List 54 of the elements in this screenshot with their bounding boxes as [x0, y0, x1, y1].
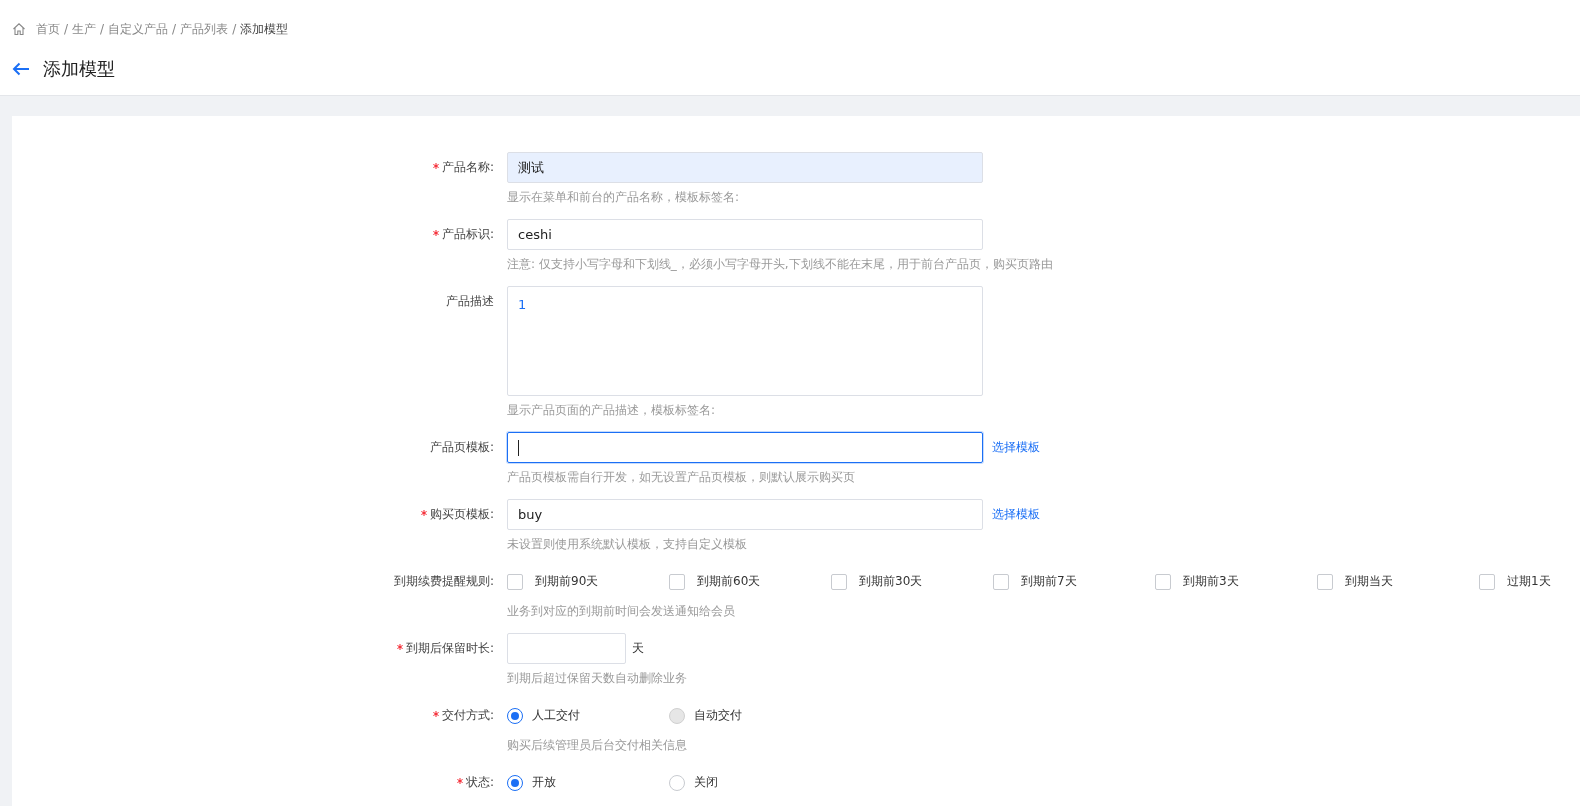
- checkbox[interactable]: [993, 573, 1009, 590]
- checkbox-label: 到期前90天: [535, 573, 599, 590]
- field-hint: 业务到对应的到期前时间会发送通知给会员: [507, 603, 736, 620]
- radio-label: 自动交付: [694, 707, 742, 724]
- field-label: 产品页模板:: [429, 439, 494, 456]
- checkbox-label: 到期前7天: [1021, 573, 1077, 590]
- input-field[interactable]: [507, 432, 983, 463]
- checkbox[interactable]: [1317, 573, 1333, 590]
- checkbox[interactable]: [1479, 573, 1495, 590]
- input-field[interactable]: 测试: [507, 152, 983, 183]
- unit-label: 天: [632, 640, 644, 657]
- breadcrumb-separator: /: [232, 22, 237, 36]
- field-label: 状态:: [465, 774, 494, 791]
- page-title: 添加模型: [43, 57, 115, 81]
- field-hint: 产品页模板需自行开发，如无设置产品页模板，则默认展示购买页: [507, 469, 856, 486]
- radio-label: 开放: [532, 774, 556, 791]
- field-label: 产品描述: [446, 293, 494, 310]
- field-hint: 购买后续管理员后台交付相关信息: [507, 737, 688, 754]
- breadcrumb-separator: /: [100, 22, 105, 36]
- breadcrumb-separator: /: [172, 22, 177, 36]
- field-label: 到期续费提醒规则:: [393, 573, 494, 590]
- checkbox[interactable]: [1155, 573, 1171, 590]
- checkbox[interactable]: [669, 573, 685, 590]
- textarea-field[interactable]: 1: [507, 286, 983, 396]
- select-template-link[interactable]: 选择模板: [992, 439, 1040, 456]
- checkbox[interactable]: [507, 573, 523, 590]
- home-icon[interactable]: [12, 22, 26, 36]
- checkbox-label: 到期当天: [1345, 573, 1393, 590]
- breadcrumb-link[interactable]: 生产: [72, 20, 97, 38]
- field-label: 购买页模板:: [429, 506, 494, 523]
- breadcrumb-link[interactable]: 自定义产品: [108, 20, 169, 38]
- select-template-link[interactable]: 选择模板: [992, 506, 1040, 523]
- back-arrow-icon[interactable]: [12, 62, 30, 76]
- input-field[interactable]: ceshi: [507, 219, 983, 250]
- input-field[interactable]: buy: [507, 499, 983, 530]
- field-hint: 注意: 仅支持小写字母和下划线_，必须小写字母开头,下划线不能在末尾，用于前台产品页，购买页路由: [507, 256, 1053, 273]
- checkbox-label: 到期前30天: [859, 573, 923, 590]
- breadcrumb-link[interactable]: 首页: [36, 20, 60, 38]
- breadcrumb-separator: /: [64, 22, 69, 36]
- checkbox-label: 到期前60天: [697, 573, 761, 590]
- field-hint: 显示产品页面的产品描述，模板标签名:: [507, 402, 717, 419]
- field-hint: 到期后超过保留天数自动删除业务: [507, 670, 687, 687]
- field-label: 产品名称:: [441, 159, 494, 176]
- checkbox-label: 到期前3天: [1183, 573, 1239, 590]
- field-hint: 未设置则使用系统默认模板，支持自定义模板: [507, 536, 748, 553]
- radio-label: 关闭: [694, 774, 718, 791]
- radio-label: 人工交付: [532, 707, 580, 724]
- field-label: 到期后保留时长:: [405, 640, 494, 657]
- field-label: 产品标识:: [441, 226, 494, 243]
- checkbox[interactable]: [831, 573, 847, 590]
- field-label: 交付方式:: [441, 707, 494, 724]
- breadcrumb-link[interactable]: 产品列表: [180, 20, 229, 38]
- checkbox-label: 过期1天: [1507, 573, 1551, 590]
- field-hint: 显示在菜单和前台的产品名称，模板标签名:: [507, 189, 741, 206]
